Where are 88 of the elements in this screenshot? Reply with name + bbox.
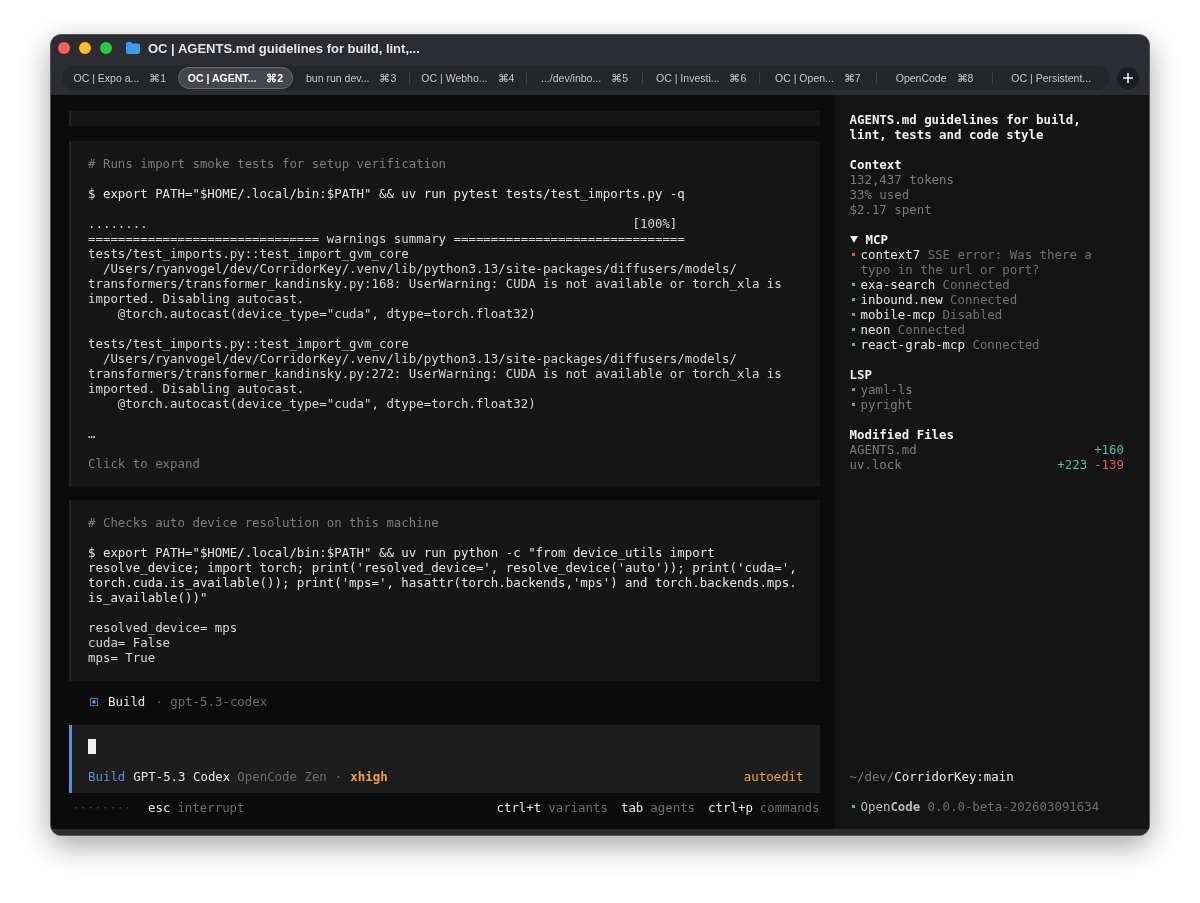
model-name: · gpt-5.3-codex bbox=[155, 694, 268, 709]
server-entry: neon Connected bbox=[860, 322, 966, 337]
tab-label: OC | AGENT... bbox=[187, 72, 257, 84]
session-title: AGENTS.md guidelines for build, lint, tests and code style bbox=[849, 112, 1082, 142]
new-tab-button[interactable] bbox=[1117, 67, 1139, 89]
lsp-name: pyright bbox=[860, 397, 913, 412]
shortcut-action: commands bbox=[759, 800, 820, 815]
file-name[interactable]: uv.lock bbox=[849, 457, 902, 472]
provider-name: OpenCode Zen bbox=[237, 769, 327, 784]
project-branch: CorridorKey:main bbox=[894, 769, 1014, 784]
server-entry: inbound.new Connected bbox=[860, 292, 1019, 307]
output-text: … bbox=[88, 426, 97, 441]
tab-label: .../dev/inbo... bbox=[541, 72, 602, 84]
variant-label[interactable]: xhigh bbox=[350, 769, 388, 784]
caret-icon[interactable] bbox=[849, 236, 858, 243]
tab-shortcut: ⌘7 bbox=[843, 72, 861, 84]
tab-label: OC | Investi... bbox=[656, 72, 720, 84]
tab-shortcut: ⌘1 bbox=[149, 72, 167, 84]
minimize-button[interactable] bbox=[79, 42, 91, 54]
context-stat: 132,437 tokens bbox=[849, 172, 955, 187]
shortcut-key: esc bbox=[148, 800, 171, 815]
shortcut-key: tab bbox=[620, 800, 644, 815]
agent-selector[interactable]: Build bbox=[88, 769, 126, 784]
shortcut-action: variants bbox=[548, 800, 608, 815]
text-cursor bbox=[88, 739, 96, 754]
shortcut-action: interrupt bbox=[177, 800, 245, 815]
context-stat: 33% used bbox=[849, 187, 911, 202]
section-heading: Context bbox=[849, 157, 903, 172]
expand-link[interactable]: Click to expand bbox=[88, 456, 802, 471]
tab[interactable]: OC | Investi... ⌘6 bbox=[643, 67, 760, 89]
file-name[interactable]: AGENTS.md bbox=[849, 442, 917, 457]
tab-label: OC | Persistent... bbox=[1011, 72, 1092, 84]
tab-label: bun run dev... bbox=[306, 72, 370, 84]
prompt-input[interactable]: Build GPT-5.3 Codex OpenCode Zen · xhigh autoedit bbox=[69, 725, 820, 793]
output-text: resolved_device= mps cuda= False mps= True bbox=[88, 620, 239, 665]
output-text: ........ [100%] =============================== warnings summary =============================== tests/test_imports.py::test_import_gvm_core /Users/ryanvogel/dev/CorridorKey/.venv/lib/python3.13/site-packages/diffusers/models/ transformers/transformer_kandinsky.py:168: UserWarning: CUDA is not available or torch_xla is imported. Disabling autocast. @torch.autocast(device_type="cuda", dtype=torch.float32) bbox=[88, 216, 783, 321]
agent-icon bbox=[90, 697, 98, 706]
tab-shortcut: ⌘6 bbox=[729, 72, 747, 84]
app-name: OpenCode bbox=[860, 799, 921, 814]
tab[interactable]: OC | AGENT... ⌘2 bbox=[177, 67, 294, 89]
path-prefix: ~/dev/ bbox=[849, 769, 895, 784]
tab[interactable]: OC | Persistent... bbox=[993, 67, 1110, 89]
app-version: 0.0.0-beta-202603091634 bbox=[927, 799, 1100, 814]
server-entry: react-grab-mcp Connected bbox=[860, 337, 1041, 352]
context-stat: $2.17 spent bbox=[849, 202, 933, 217]
tab-shortcut: ⌘3 bbox=[379, 72, 397, 84]
command-text: $ export PATH="$HOME/.local/bin:$PATH" && uv run pytest tests/test_imports.py -q bbox=[88, 186, 686, 201]
lsp-name: yaml-ls bbox=[860, 382, 913, 397]
section-heading: MCP bbox=[865, 232, 888, 247]
output-text: tests/test_imports.py::test_import_gvm_core /Users/ryanvogel/dev/CorridorKey/.venv/lib/python3.13/site-packages/diffusers/models/ transformers/transformer_kandinsky.py:272: UserWarning: CUDA is not available or torch_xla is imported. Disabling autocast. @torch.autocast(device_type="cuda", dtype=torch.float32) bbox=[88, 336, 783, 411]
separator-dot: · bbox=[334, 769, 343, 784]
shortcut-key: ctrl+t bbox=[496, 800, 542, 815]
command-text: $ export PATH="$HOME/.local/bin:$PATH" && uv run python -c "from device_utils import resolve_device; import torch; print('resolved_device=', resolve_device('auto')); print('cuda=', torch.cuda.is_available()); print('mps=', hasattr(torch.backends,'mps') and torch.backends.mps. is_available())" bbox=[88, 545, 798, 605]
added-count: +160 bbox=[1094, 442, 1124, 457]
folder-icon bbox=[126, 42, 140, 54]
progress-dots-icon bbox=[75, 805, 131, 810]
tab[interactable]: OC | Expo a... ⌘1 bbox=[62, 67, 178, 89]
tab-shortcut: ⌘5 bbox=[611, 72, 628, 84]
agent-name: Build bbox=[108, 694, 146, 709]
tab-shortcut: ⌘4 bbox=[497, 72, 515, 84]
tab-label: OpenCode bbox=[895, 72, 947, 84]
server-entry: mobile-mcp Disabled bbox=[860, 307, 1004, 322]
removed-count: -139 bbox=[1094, 457, 1124, 472]
plus-icon bbox=[1123, 73, 1133, 83]
server-entry: exa-search Connected bbox=[860, 277, 1011, 292]
tab-label: OC | Open... bbox=[775, 72, 834, 84]
section-heading: LSP bbox=[849, 367, 873, 382]
mode-label: autoedit bbox=[743, 769, 804, 784]
code-comment: # Runs import smoke tests for setup verification bbox=[88, 156, 448, 171]
added-count: +223 bbox=[1057, 457, 1088, 472]
tab[interactable]: .../dev/inbo... ⌘5 bbox=[526, 67, 643, 89]
window-title: OC | AGENTS.md guidelines for build, lint,... bbox=[148, 40, 420, 56]
shortcut-key: ctrl+p bbox=[708, 800, 753, 815]
tab[interactable]: OC | Webho... ⌘4 bbox=[410, 67, 526, 89]
shortcut-action: agents bbox=[650, 800, 696, 815]
tab[interactable]: bun run dev... ⌘3 bbox=[293, 67, 409, 89]
zoom-button[interactable] bbox=[100, 42, 112, 54]
section-heading: Modified Files bbox=[849, 427, 955, 442]
tab-label: OC | Webho... bbox=[421, 72, 488, 84]
close-button[interactable] bbox=[58, 42, 70, 54]
server-entry: context7 SSE error: Was there a typo in the url or port? bbox=[860, 247, 1093, 277]
tab[interactable]: OC | Open... ⌘7 bbox=[760, 67, 876, 89]
tab-shortcut: ⌘8 bbox=[956, 72, 974, 84]
tab-label: OC | Expo a... bbox=[73, 72, 140, 84]
tab[interactable]: OpenCode ⌘8 bbox=[876, 67, 993, 89]
tab-shortcut: ⌘2 bbox=[266, 72, 284, 84]
model-name[interactable]: GPT-5.3 Codex bbox=[133, 769, 231, 784]
code-comment: # Checks auto device resolution on this machine bbox=[88, 515, 440, 530]
